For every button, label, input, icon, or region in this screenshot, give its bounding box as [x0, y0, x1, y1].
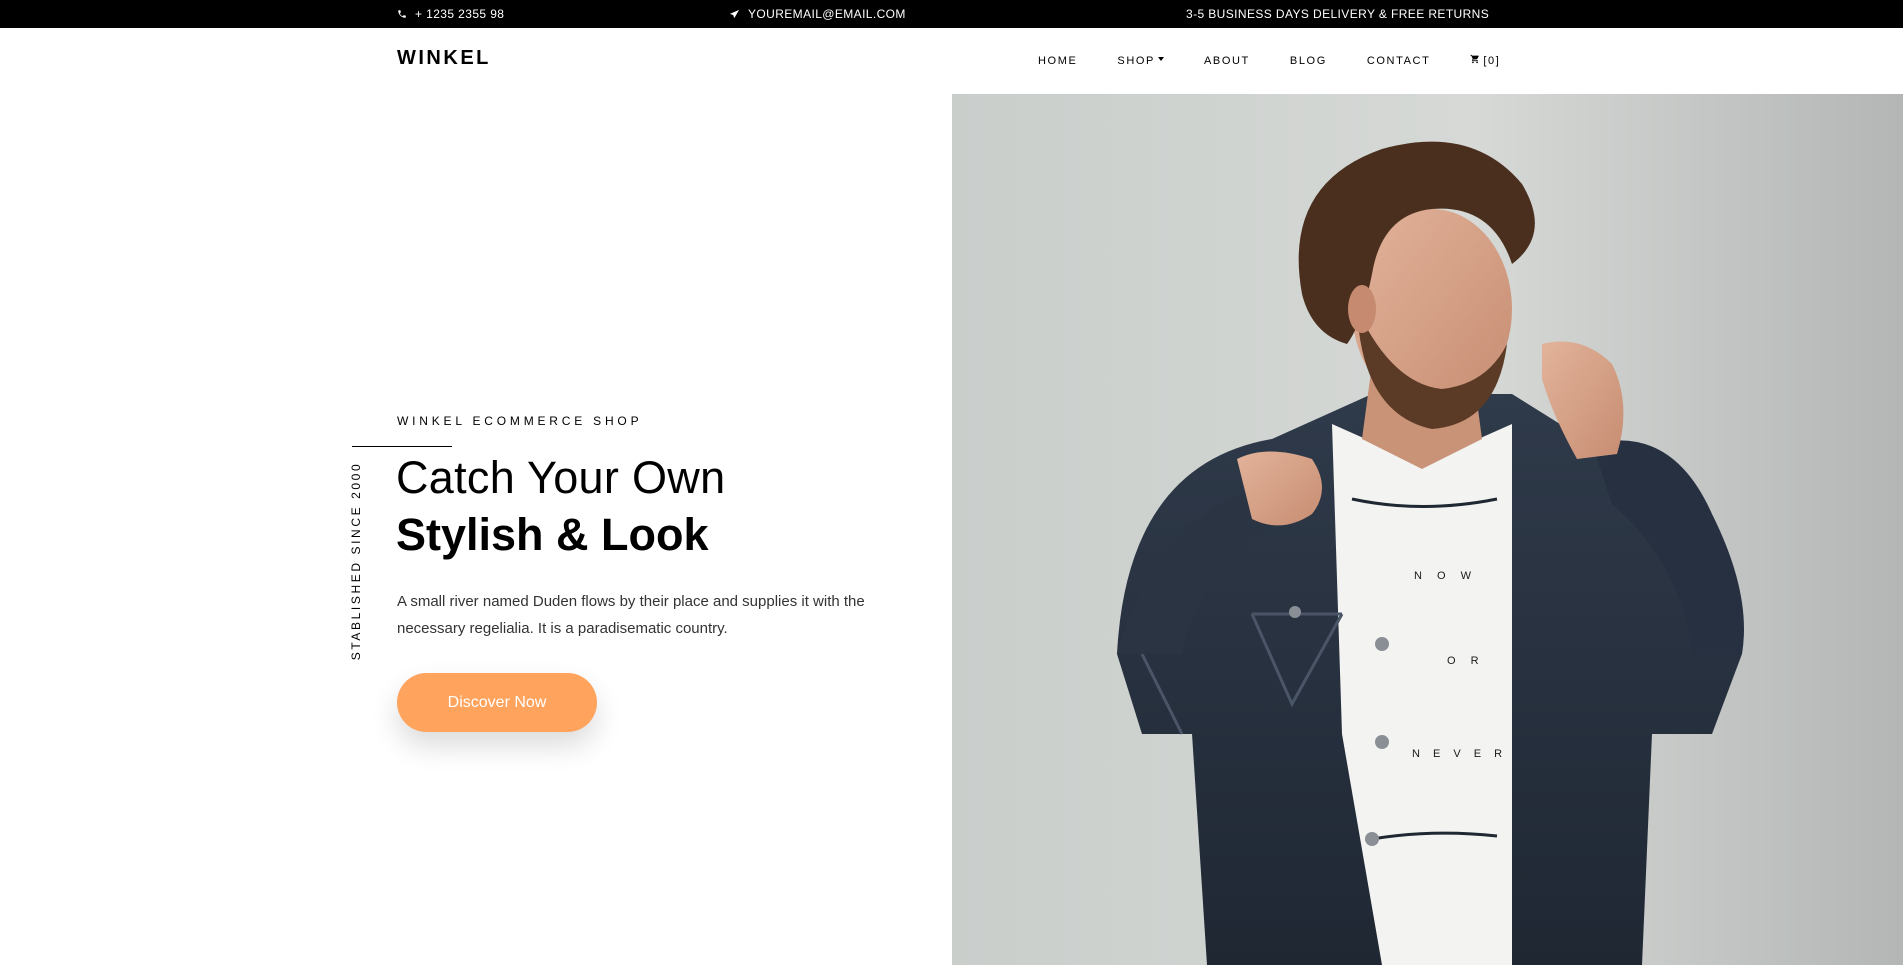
tshirt-text-never: N E V E R: [1412, 748, 1507, 760]
email-address[interactable]: YOUREMAIL@EMAIL.COM: [748, 7, 906, 21]
hero-description: A small river named Duden flows by their…: [397, 593, 865, 637]
nav-about[interactable]: ABOUT: [1204, 55, 1250, 67]
established-text: STABLISHED SINCE 2000: [349, 461, 363, 661]
nav-blog-label[interactable]: BLOG: [1290, 55, 1327, 67]
cart-count[interactable]: [0]: [1483, 55, 1500, 67]
hero-heading-light: Catch Your Own: [396, 452, 726, 503]
nav-shop[interactable]: SHOP: [1117, 55, 1164, 67]
nav-contact-label[interactable]: CONTACT: [1367, 55, 1431, 67]
delivery-text: 3-5 BUSINESS DAYS DELIVERY & FREE RETURN…: [1186, 7, 1490, 21]
hero-subheading: WINKEL ECOMMERCE SHOP: [397, 414, 643, 428]
delivery-notice: 3-5 BUSINESS DAYS DELIVERY & FREE RETURN…: [1186, 7, 1489, 21]
nav-cart[interactable]: [0]: [1470, 54, 1500, 67]
discover-now-button[interactable]: Discover Now: [397, 673, 597, 732]
brand-logo[interactable]: WINKEL: [397, 47, 491, 70]
nav-about-label[interactable]: ABOUT: [1204, 55, 1250, 67]
nav-menu: HOME SHOP ABOUT BLOG CONTACT [0]: [1038, 54, 1500, 67]
cart-icon[interactable]: [1470, 54, 1480, 67]
nav-contact[interactable]: CONTACT: [1367, 55, 1431, 67]
main-navbar: WINKEL HOME SHOP ABOUT BLOG CONTACT [0]: [0, 28, 1903, 94]
phone-number: + 1235 2355 98: [415, 7, 505, 21]
decorative-line: [352, 446, 452, 447]
paper-plane-icon: [729, 9, 740, 20]
hero-image: N O W O R N E V E R: [952, 94, 1903, 965]
caret-down-icon[interactable]: [1157, 57, 1164, 61]
hero-heading-bold: Stylish & Look: [396, 509, 709, 560]
top-info-bar: + 1235 2355 98 YOUREMAIL@EMAIL.COM 3-5 B…: [0, 0, 1903, 28]
nav-blog[interactable]: BLOG: [1290, 55, 1327, 67]
tshirt-text-now: N O W: [1414, 570, 1477, 582]
contact-email[interactable]: YOUREMAIL@EMAIL.COM: [729, 7, 906, 21]
phone-icon: [397, 9, 407, 19]
tshirt-text-or: O R: [1447, 655, 1485, 667]
nav-home-label[interactable]: HOME: [1038, 55, 1077, 67]
contact-phone: + 1235 2355 98: [397, 7, 504, 21]
nav-shop-label[interactable]: SHOP: [1117, 55, 1155, 67]
nav-home[interactable]: HOME: [1038, 55, 1077, 67]
model-illustration: N O W O R N E V E R: [952, 94, 1903, 965]
